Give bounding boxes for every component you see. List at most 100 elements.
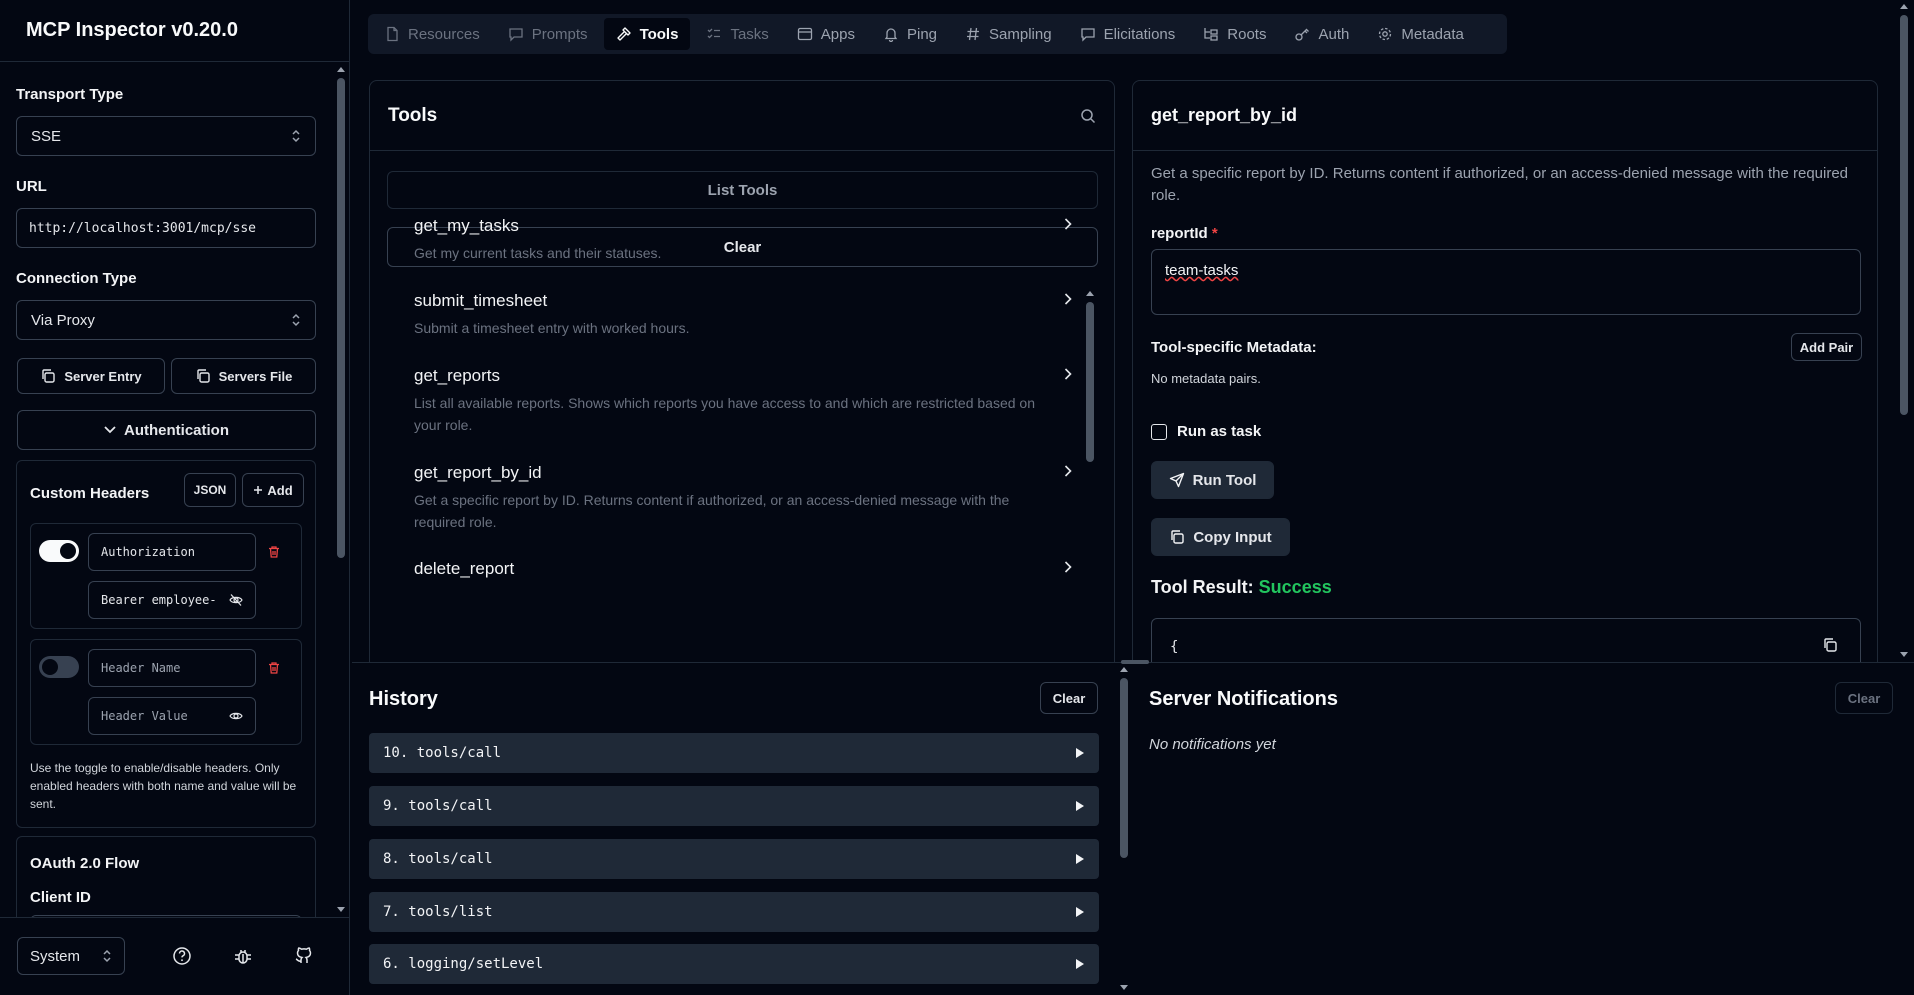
chevrons-up-down-icon <box>291 129 301 143</box>
history-item[interactable]: 10. tools/call <box>369 733 1099 773</box>
param-label: reportId * <box>1151 225 1218 242</box>
help-circle-icon[interactable] <box>172 946 192 966</box>
tab-sampling[interactable]: Sampling <box>953 18 1064 50</box>
tool-name: submit_timesheet <box>414 291 548 310</box>
tab-auth[interactable]: Auth <box>1282 18 1361 50</box>
tool-description: List all available reports. Shows which … <box>414 395 1035 433</box>
tab-metadata[interactable]: Metadata <box>1365 18 1476 50</box>
tab-label: Resources <box>408 25 480 43</box>
theme-select[interactable]: System <box>17 937 125 975</box>
tool-list-scrollbar[interactable] <box>1083 287 1097 679</box>
sidebar-scrollbar[interactable] <box>334 62 348 917</box>
servers-file-button[interactable]: Servers File <box>171 358 316 394</box>
history-title: History <box>369 688 438 710</box>
server-notifications-title: Server Notifications <box>1149 688 1338 710</box>
add-pair-button[interactable]: Add Pair <box>1791 333 1862 361</box>
tool-item[interactable]: get_report_by_id Get a specific report by… <box>414 463 1072 533</box>
hash-icon <box>965 26 981 42</box>
github-icon[interactable] <box>294 946 314 966</box>
tab-elicitations[interactable]: Elicitations <box>1068 18 1188 50</box>
tool-detail-title: get_report_by_id <box>1151 105 1298 125</box>
tools-panel-header: Tools <box>370 81 1114 151</box>
clear-notifications-button[interactable]: Clear <box>1835 682 1893 714</box>
tools-panel-title: Tools <box>388 104 438 126</box>
header-enabled-toggle[interactable] <box>39 540 79 562</box>
required-mark: * <box>1211 225 1218 242</box>
theme-value: System <box>30 947 81 965</box>
play-icon <box>1075 906 1085 918</box>
connection-type-label: Connection Type <box>16 270 137 287</box>
folder-tree-icon <box>1203 26 1219 42</box>
key-icon <box>1294 26 1310 42</box>
transport-type-value: SSE <box>31 127 62 145</box>
search-icon[interactable] <box>1080 108 1096 124</box>
tab-roots[interactable]: Roots <box>1191 18 1278 50</box>
plus-icon <box>253 485 263 495</box>
history-item[interactable]: 9. tools/call <box>369 786 1099 826</box>
transport-type-select[interactable]: SSE <box>16 116 316 156</box>
list-checks-icon <box>706 26 722 42</box>
tool-item[interactable]: delete_report <box>414 559 1072 585</box>
tool-item[interactable]: submit_timesheet Submit a timesheet entry… <box>414 291 1072 339</box>
tool-result-heading: Tool Result: Success <box>1151 577 1332 598</box>
header-name-input[interactable]: Authorization <box>88 533 256 571</box>
eye-off-icon[interactable] <box>229 593 243 607</box>
trash-icon[interactable] <box>267 545 281 559</box>
connection-type-select[interactable]: Via Proxy <box>16 300 316 340</box>
tab-prompts[interactable]: Prompts <box>496 18 600 50</box>
servers-file-label: Servers File <box>218 368 293 384</box>
json-button[interactable]: JSON <box>184 473 236 507</box>
report-id-textarea[interactable]: team-tasks <box>1151 249 1861 315</box>
copy-icon <box>1169 529 1185 545</box>
eye-icon[interactable] <box>229 709 243 723</box>
authentication-toggle-button[interactable]: Authentication <box>17 410 316 450</box>
play-icon <box>1075 958 1085 970</box>
tab-tools[interactable]: Tools <box>603 18 691 50</box>
tab-resources[interactable]: Resources <box>372 18 492 50</box>
resize-handle[interactable] <box>1121 660 1149 664</box>
tab-label: Ping <box>907 25 938 43</box>
copy-input-button[interactable]: Copy Input <box>1151 518 1290 556</box>
header-value-input[interactable]: Header Value <box>88 697 256 735</box>
tab-ping[interactable]: Ping <box>871 18 949 50</box>
history-scrollbar[interactable] <box>1117 662 1131 995</box>
copy-result-icon[interactable] <box>1822 637 1838 653</box>
run-tool-button[interactable]: Run Tool <box>1151 461 1274 499</box>
metadata-label: Tool-specific Metadata: <box>1151 339 1317 356</box>
param-name: reportId <box>1151 225 1208 242</box>
history-item[interactable]: 7. tools/list <box>369 892 1099 932</box>
trash-icon[interactable] <box>267 661 281 675</box>
server-entry-button[interactable]: Server Entry <box>17 358 165 394</box>
history-item[interactable]: 6. logging/setLevel <box>369 944 1099 984</box>
play-icon <box>1075 853 1085 865</box>
chevron-right-icon <box>1064 465 1072 477</box>
server-entry-label: Server Entry <box>64 368 142 384</box>
chevron-down-icon <box>104 426 116 434</box>
main-scrollbar[interactable] <box>1897 0 1911 662</box>
tool-item[interactable]: get_my_tasks Get my current tasks and the… <box>414 216 1072 264</box>
tool-item[interactable]: get_reports List all available reports. S… <box>414 366 1072 436</box>
run-tool-label: Run Tool <box>1192 471 1257 489</box>
tab-tasks[interactable]: Tasks <box>694 18 780 50</box>
add-header-button[interactable]: Add <box>242 473 304 507</box>
history-item[interactable]: 8. tools/call <box>369 839 1099 879</box>
custom-headers-card: Custom Headers JSON Add Authorization Be… <box>16 460 316 828</box>
header-name-input[interactable]: Header Name <box>88 649 256 687</box>
authentication-label: Authentication <box>124 421 229 439</box>
chevron-right-icon <box>1064 293 1072 305</box>
url-input[interactable]: http://localhost:3001/mcp/sse <box>16 208 316 248</box>
tab-apps[interactable]: Apps <box>785 18 867 50</box>
list-tools-button[interactable]: List Tools <box>387 171 1098 209</box>
header-enabled-toggle[interactable] <box>39 656 79 678</box>
oauth-card: OAuth 2.0 Flow Client ID <box>16 836 316 917</box>
sidebar: MCP Inspector v0.20.0 Transport Type SSE… <box>0 0 350 995</box>
transport-type-label: Transport Type <box>16 86 124 103</box>
run-as-task-checkbox[interactable] <box>1151 423 1167 440</box>
headers-help-text: Use the toggle to enable/disable headers… <box>30 761 297 811</box>
chevrons-up-down-icon <box>102 949 112 963</box>
header-value-input[interactable]: Bearer employee- <box>88 581 256 619</box>
play-icon <box>1075 747 1085 759</box>
bug-icon[interactable] <box>233 946 253 966</box>
clear-history-button[interactable]: Clear <box>1040 682 1098 714</box>
header-entry: Authorization Bearer employee- <box>30 523 302 629</box>
